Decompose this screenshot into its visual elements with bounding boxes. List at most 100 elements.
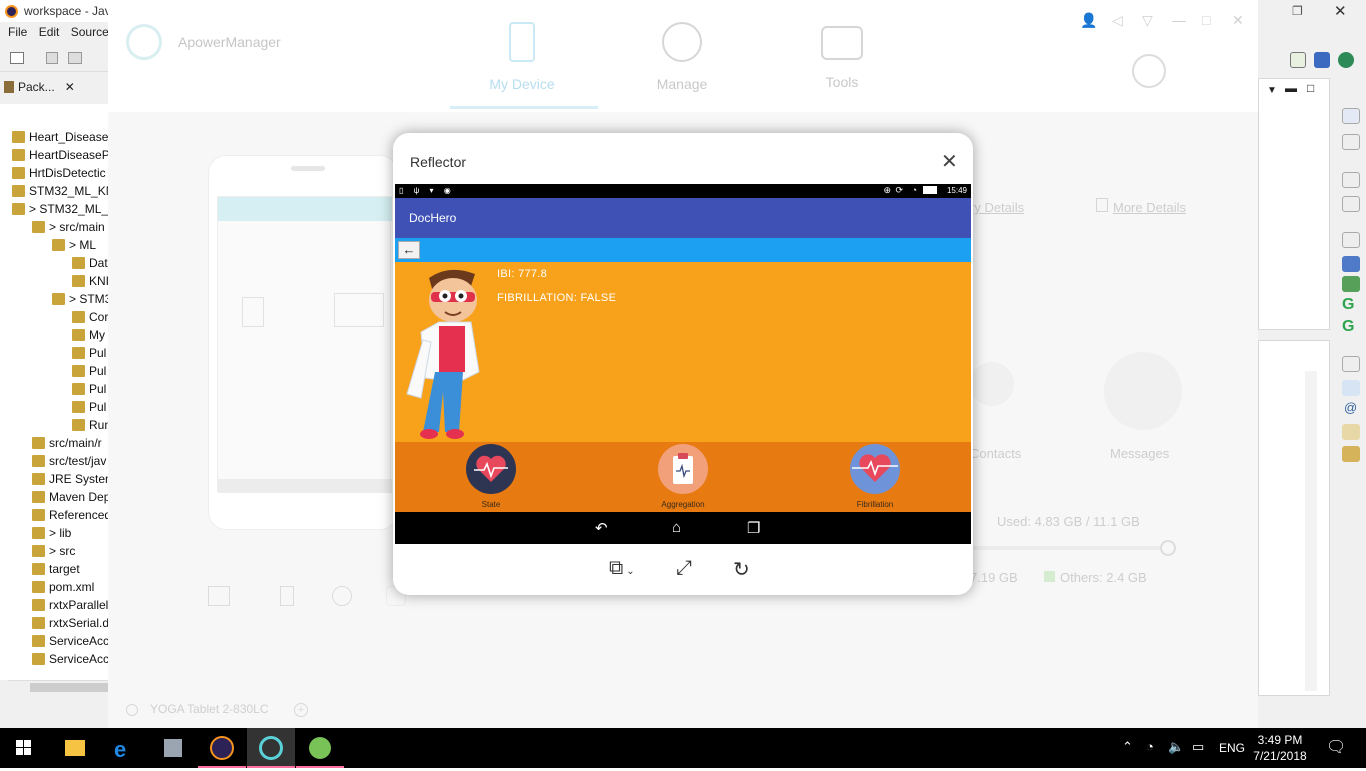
debug-perspective-icon[interactable] bbox=[1338, 52, 1354, 68]
package-explorer-tab[interactable]: Pack... ✕ bbox=[4, 80, 108, 102]
close-icon[interactable]: ✕ bbox=[1232, 12, 1244, 29]
tree-item[interactable]: target bbox=[32, 562, 80, 580]
device-manager-icon[interactable] bbox=[148, 728, 196, 768]
file-explorer-icon[interactable] bbox=[50, 728, 98, 768]
edge-browser-icon[interactable]: e bbox=[100, 728, 148, 768]
tree-item[interactable]: > ML bbox=[52, 238, 96, 256]
volume-icon[interactable]: 🔈 bbox=[1168, 739, 1184, 755]
side-icon[interactable] bbox=[1342, 276, 1360, 292]
chevron-down-icon[interactable]: ▼ bbox=[1267, 85, 1277, 96]
tree-item[interactable]: rxtxSerial.d bbox=[32, 616, 109, 634]
tree-item[interactable]: > src/main bbox=[32, 220, 105, 238]
side-icon[interactable] bbox=[1342, 256, 1360, 272]
horizontal-scrollbar[interactable] bbox=[8, 680, 108, 694]
minimize-icon[interactable]: ▬ bbox=[1285, 81, 1297, 95]
save-all-icon[interactable] bbox=[68, 52, 82, 64]
tree-item[interactable]: HrtDisDetectic bbox=[12, 166, 106, 184]
side-icon[interactable] bbox=[1342, 196, 1360, 212]
tree-item[interactable]: Heart_Disease_ bbox=[12, 130, 115, 148]
side-icon[interactable] bbox=[1342, 356, 1360, 372]
tree-item[interactable]: > lib bbox=[32, 526, 71, 544]
state-button[interactable]: State bbox=[431, 442, 551, 509]
home-icon[interactable]: ⌂ bbox=[672, 519, 681, 536]
transfer-icon[interactable] bbox=[1132, 54, 1166, 88]
network-icon[interactable]: ◔ bbox=[1146, 739, 1154, 754]
tree-item[interactable]: HeartDiseaseP bbox=[12, 148, 110, 166]
battery-icon[interactable]: ▭ bbox=[1192, 739, 1204, 755]
apowermanager-taskbar-icon[interactable] bbox=[247, 728, 295, 768]
g-icon[interactable]: G bbox=[1342, 318, 1354, 336]
tree-item[interactable]: My bbox=[72, 328, 105, 346]
tree-item[interactable]: src/test/jav bbox=[32, 454, 106, 472]
messages-icon[interactable] bbox=[1104, 352, 1182, 430]
user-icon[interactable]: 👤 bbox=[1080, 12, 1097, 29]
menu-file[interactable]: File bbox=[8, 25, 27, 39]
restore-icon[interactable]: ❐ bbox=[1292, 4, 1303, 18]
filter-icon[interactable]: ▽ bbox=[1142, 12, 1153, 29]
tree-item[interactable]: Pul bbox=[72, 400, 106, 418]
close-icon[interactable]: ✕ bbox=[941, 149, 958, 174]
screenshot-icon[interactable] bbox=[208, 586, 230, 606]
tree-item[interactable]: > STM3 bbox=[52, 292, 111, 310]
power-icon[interactable] bbox=[332, 586, 352, 606]
details-link[interactable]: ry Details bbox=[970, 200, 1024, 215]
tree-item[interactable]: ServiceAcc bbox=[32, 652, 109, 670]
side-icon[interactable] bbox=[1342, 172, 1360, 188]
fibrillation-button[interactable]: Fibrillation bbox=[815, 442, 935, 509]
megaphone-icon[interactable]: ◁ bbox=[1112, 12, 1123, 29]
new-icon[interactable] bbox=[10, 52, 24, 64]
contacts-icon[interactable] bbox=[970, 362, 1014, 406]
close-icon[interactable]: ✕ bbox=[65, 80, 75, 94]
add-device-icon[interactable]: + bbox=[294, 703, 308, 717]
maximize-icon[interactable]: □ bbox=[1202, 12, 1210, 28]
tree-item[interactable]: Dat bbox=[72, 256, 108, 274]
tree-item[interactable]: Pul bbox=[72, 346, 106, 364]
tree-item[interactable]: rxtxParallel bbox=[32, 598, 108, 616]
more-details-link[interactable]: More Details bbox=[1113, 200, 1186, 215]
refresh-icon[interactable] bbox=[1160, 540, 1176, 556]
tab-manage[interactable]: Manage bbox=[622, 22, 742, 92]
clock[interactable]: 3:49 PM 7/21/2018 bbox=[1250, 732, 1310, 764]
back-arrow-icon[interactable]: ← bbox=[398, 241, 420, 259]
at-icon[interactable]: @ bbox=[1344, 400, 1357, 415]
vertical-scrollbar[interactable] bbox=[1305, 371, 1317, 691]
eclipse-taskbar-icon[interactable] bbox=[198, 728, 246, 768]
back-icon[interactable]: ↶ bbox=[595, 519, 608, 537]
chevron-up-icon[interactable]: ⌃ bbox=[1122, 739, 1133, 755]
contacts-tile-label[interactable]: Contacts bbox=[970, 446, 1021, 461]
tree-item[interactable]: Maven Dep bbox=[32, 490, 110, 508]
tree-item[interactable]: Run bbox=[72, 418, 111, 436]
side-icon[interactable] bbox=[1342, 108, 1360, 124]
install-icon[interactable] bbox=[280, 586, 294, 606]
toolbar-icon[interactable] bbox=[1290, 52, 1306, 68]
tree-item[interactable]: > src bbox=[32, 544, 75, 562]
tree-item[interactable]: JRE System bbox=[32, 472, 115, 490]
menu-edit[interactable]: Edit bbox=[39, 25, 60, 39]
notifications-icon[interactable]: 🗨 bbox=[1326, 737, 1346, 757]
tree-item[interactable]: KNI bbox=[72, 274, 109, 292]
tab-my-device[interactable]: My Device bbox=[462, 22, 582, 92]
java-perspective-icon[interactable] bbox=[1314, 52, 1330, 68]
save-icon[interactable] bbox=[46, 52, 58, 64]
fullscreen-icon[interactable]: ⤢ bbox=[676, 557, 692, 580]
tree-item[interactable]: > STM32_ML_ bbox=[12, 202, 108, 220]
window-close-icon[interactable]: ✕ bbox=[1334, 2, 1347, 20]
tree-item[interactable]: STM32_ML_KN bbox=[12, 184, 114, 202]
android-studio-icon[interactable] bbox=[296, 728, 344, 768]
tree-item[interactable]: Cor bbox=[72, 310, 108, 328]
tree-item[interactable]: Pul bbox=[72, 382, 106, 400]
side-icon[interactable] bbox=[1342, 424, 1360, 440]
rotate-icon[interactable]: ↻ bbox=[733, 557, 750, 582]
menu-source[interactable]: Source bbox=[71, 25, 109, 39]
tab-tools[interactable]: Tools bbox=[782, 22, 902, 90]
tree-item[interactable]: pom.xml bbox=[32, 580, 94, 598]
crop-screenshot-icon[interactable]: ⧉ ⌄ bbox=[609, 557, 635, 580]
language-indicator[interactable]: ENG bbox=[1219, 741, 1245, 755]
aggregation-button[interactable]: Aggregation bbox=[623, 442, 743, 509]
recents-icon[interactable]: ❐ bbox=[747, 519, 760, 537]
side-icon[interactable] bbox=[1342, 446, 1360, 462]
side-icon[interactable] bbox=[1342, 134, 1360, 150]
g-icon[interactable]: G bbox=[1342, 296, 1354, 314]
messages-tile-label[interactable]: Messages bbox=[1110, 446, 1169, 461]
tree-item[interactable]: src/main/r bbox=[32, 436, 102, 454]
